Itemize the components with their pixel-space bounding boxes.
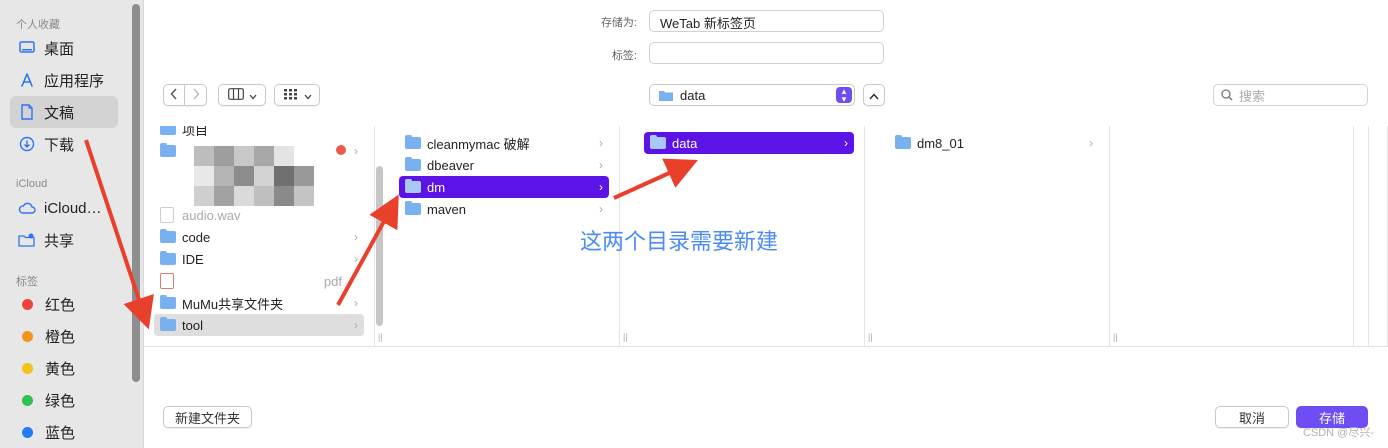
arrow-to-tool (84, 139, 154, 330)
watermark: CSDN @尽兴- (1302, 427, 1374, 439)
arrow-to-dm (336, 194, 399, 306)
arrow-to-data (613, 158, 698, 200)
annotation-arrows (84, 139, 698, 330)
